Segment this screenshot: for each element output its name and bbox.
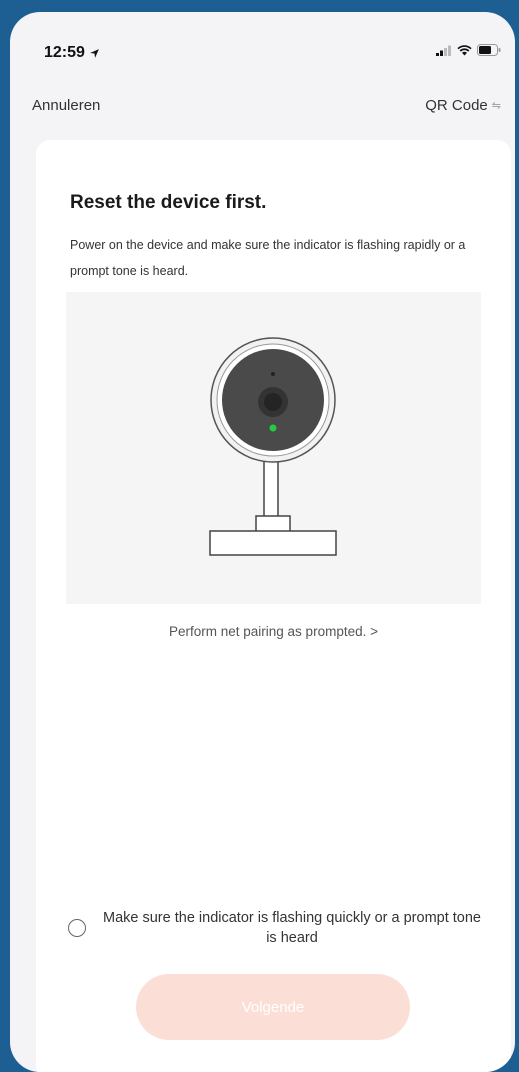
nav-bar: Annuleren QR Code ⇋ [10,94,515,124]
camera-lens [264,393,282,411]
wifi-icon [457,44,472,55]
confirm-label: Make sure the indicator is flashing quic… [103,910,481,946]
next-button[interactable]: Volgende [136,974,410,1040]
qr-code-button[interactable]: QR Code ⇋ [425,97,501,114]
qr-switch-icon: ⇋ [491,100,501,112]
cancel-button[interactable]: Annuleren [32,97,100,114]
reset-card: Reset the device first. Power on the dev… [36,140,511,1072]
signal-icon [436,45,451,56]
status-icons [436,44,501,56]
location-arrow-icon [90,48,99,58]
confirm-row[interactable]: Make sure the indicator is flashing quic… [68,908,488,948]
status-time-text: 12:59 [44,44,85,61]
status-bar: 12:59 [10,12,515,92]
pairing-prompt-link[interactable]: Perform net pairing as prompted. > [36,624,511,639]
camera-illustration [209,337,337,556]
device-illustration [66,292,481,604]
page-title: Reset the device first. [70,192,267,213]
battery-icon [477,44,501,56]
confirm-radio[interactable] [68,919,86,937]
camera-base [209,530,337,556]
camera-indicator-led [269,424,277,432]
status-time: 12:59 [44,44,100,62]
camera-sensor-dot [271,372,275,376]
qr-code-label: QR Code [425,97,488,114]
phone-screen: 12:59 Annuleren QR Code ⇋ Reset the devi… [10,12,515,1072]
reset-instructions: Power on the device and make sure the in… [70,238,466,278]
camera-base-connector [255,515,291,533]
